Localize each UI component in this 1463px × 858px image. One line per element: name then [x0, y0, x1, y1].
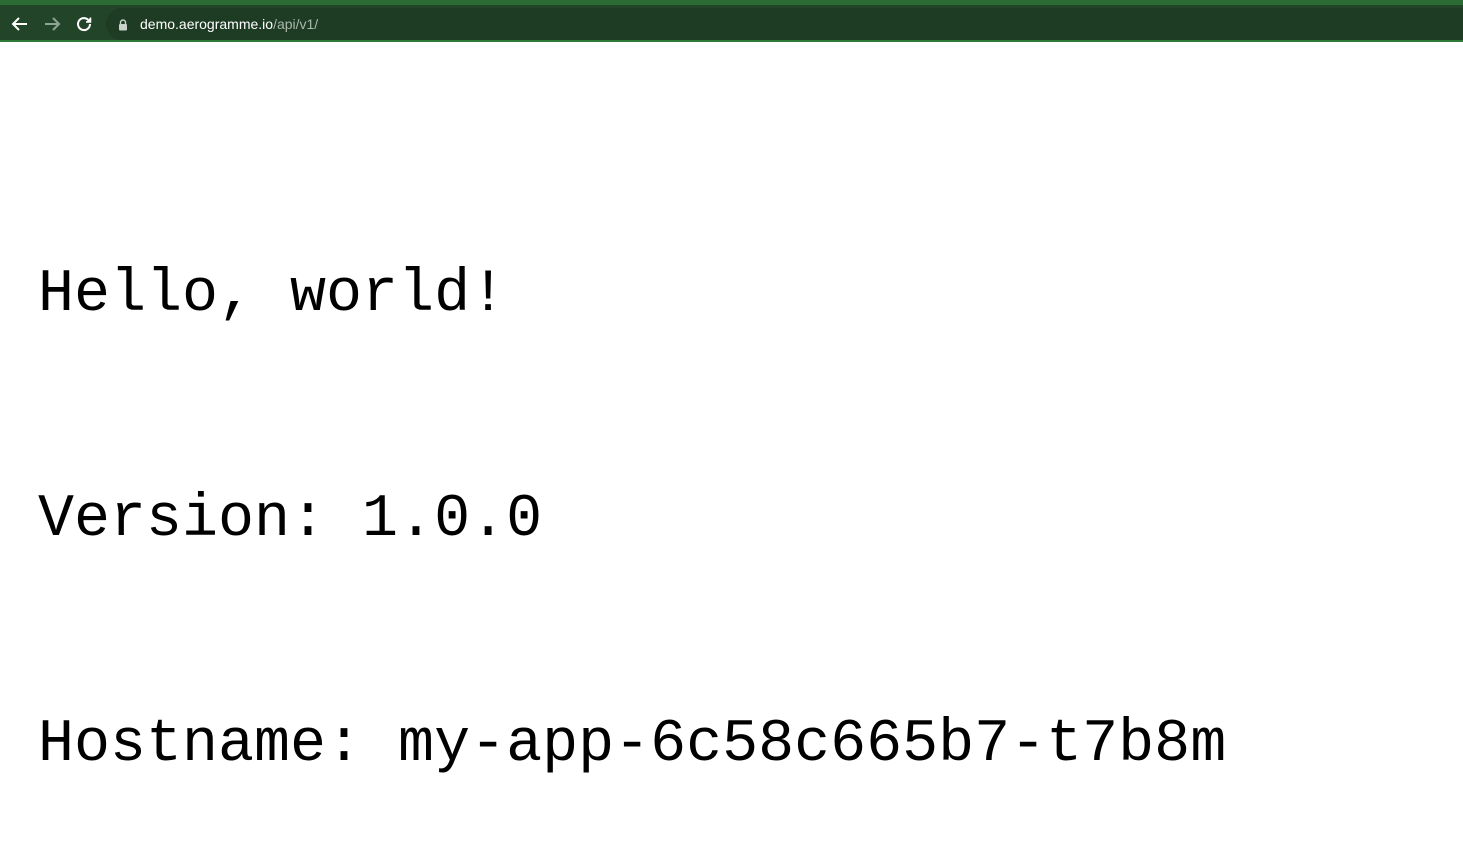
address-bar[interactable]: demo.aerogramme.io/api/v1/	[106, 8, 1463, 40]
browser-toolbar: demo.aerogramme.io/api/v1/	[0, 0, 1463, 42]
hostname-text: Hostname: my-app-6c58c665b7-t7b8m	[38, 711, 1227, 779]
arrow-left-icon	[11, 17, 27, 31]
version-text: Version: 1.0.0	[38, 486, 543, 554]
page-body: Hello, world! Version: 1.0.0 Hostname: m…	[38, 108, 1438, 858]
forward-button[interactable]	[40, 12, 64, 36]
reload-icon	[77, 17, 92, 32]
lock-icon[interactable]	[118, 19, 128, 31]
url-text[interactable]: demo.aerogramme.io/api/v1/	[140, 15, 318, 33]
greeting-text: Hello, world!	[38, 261, 507, 329]
back-button[interactable]	[8, 12, 32, 36]
arrow-right-icon	[45, 17, 61, 31]
reload-button[interactable]	[72, 12, 96, 36]
url-host: demo.aerogramme.io	[140, 16, 274, 32]
url-path: /api/v1/	[273, 16, 319, 32]
